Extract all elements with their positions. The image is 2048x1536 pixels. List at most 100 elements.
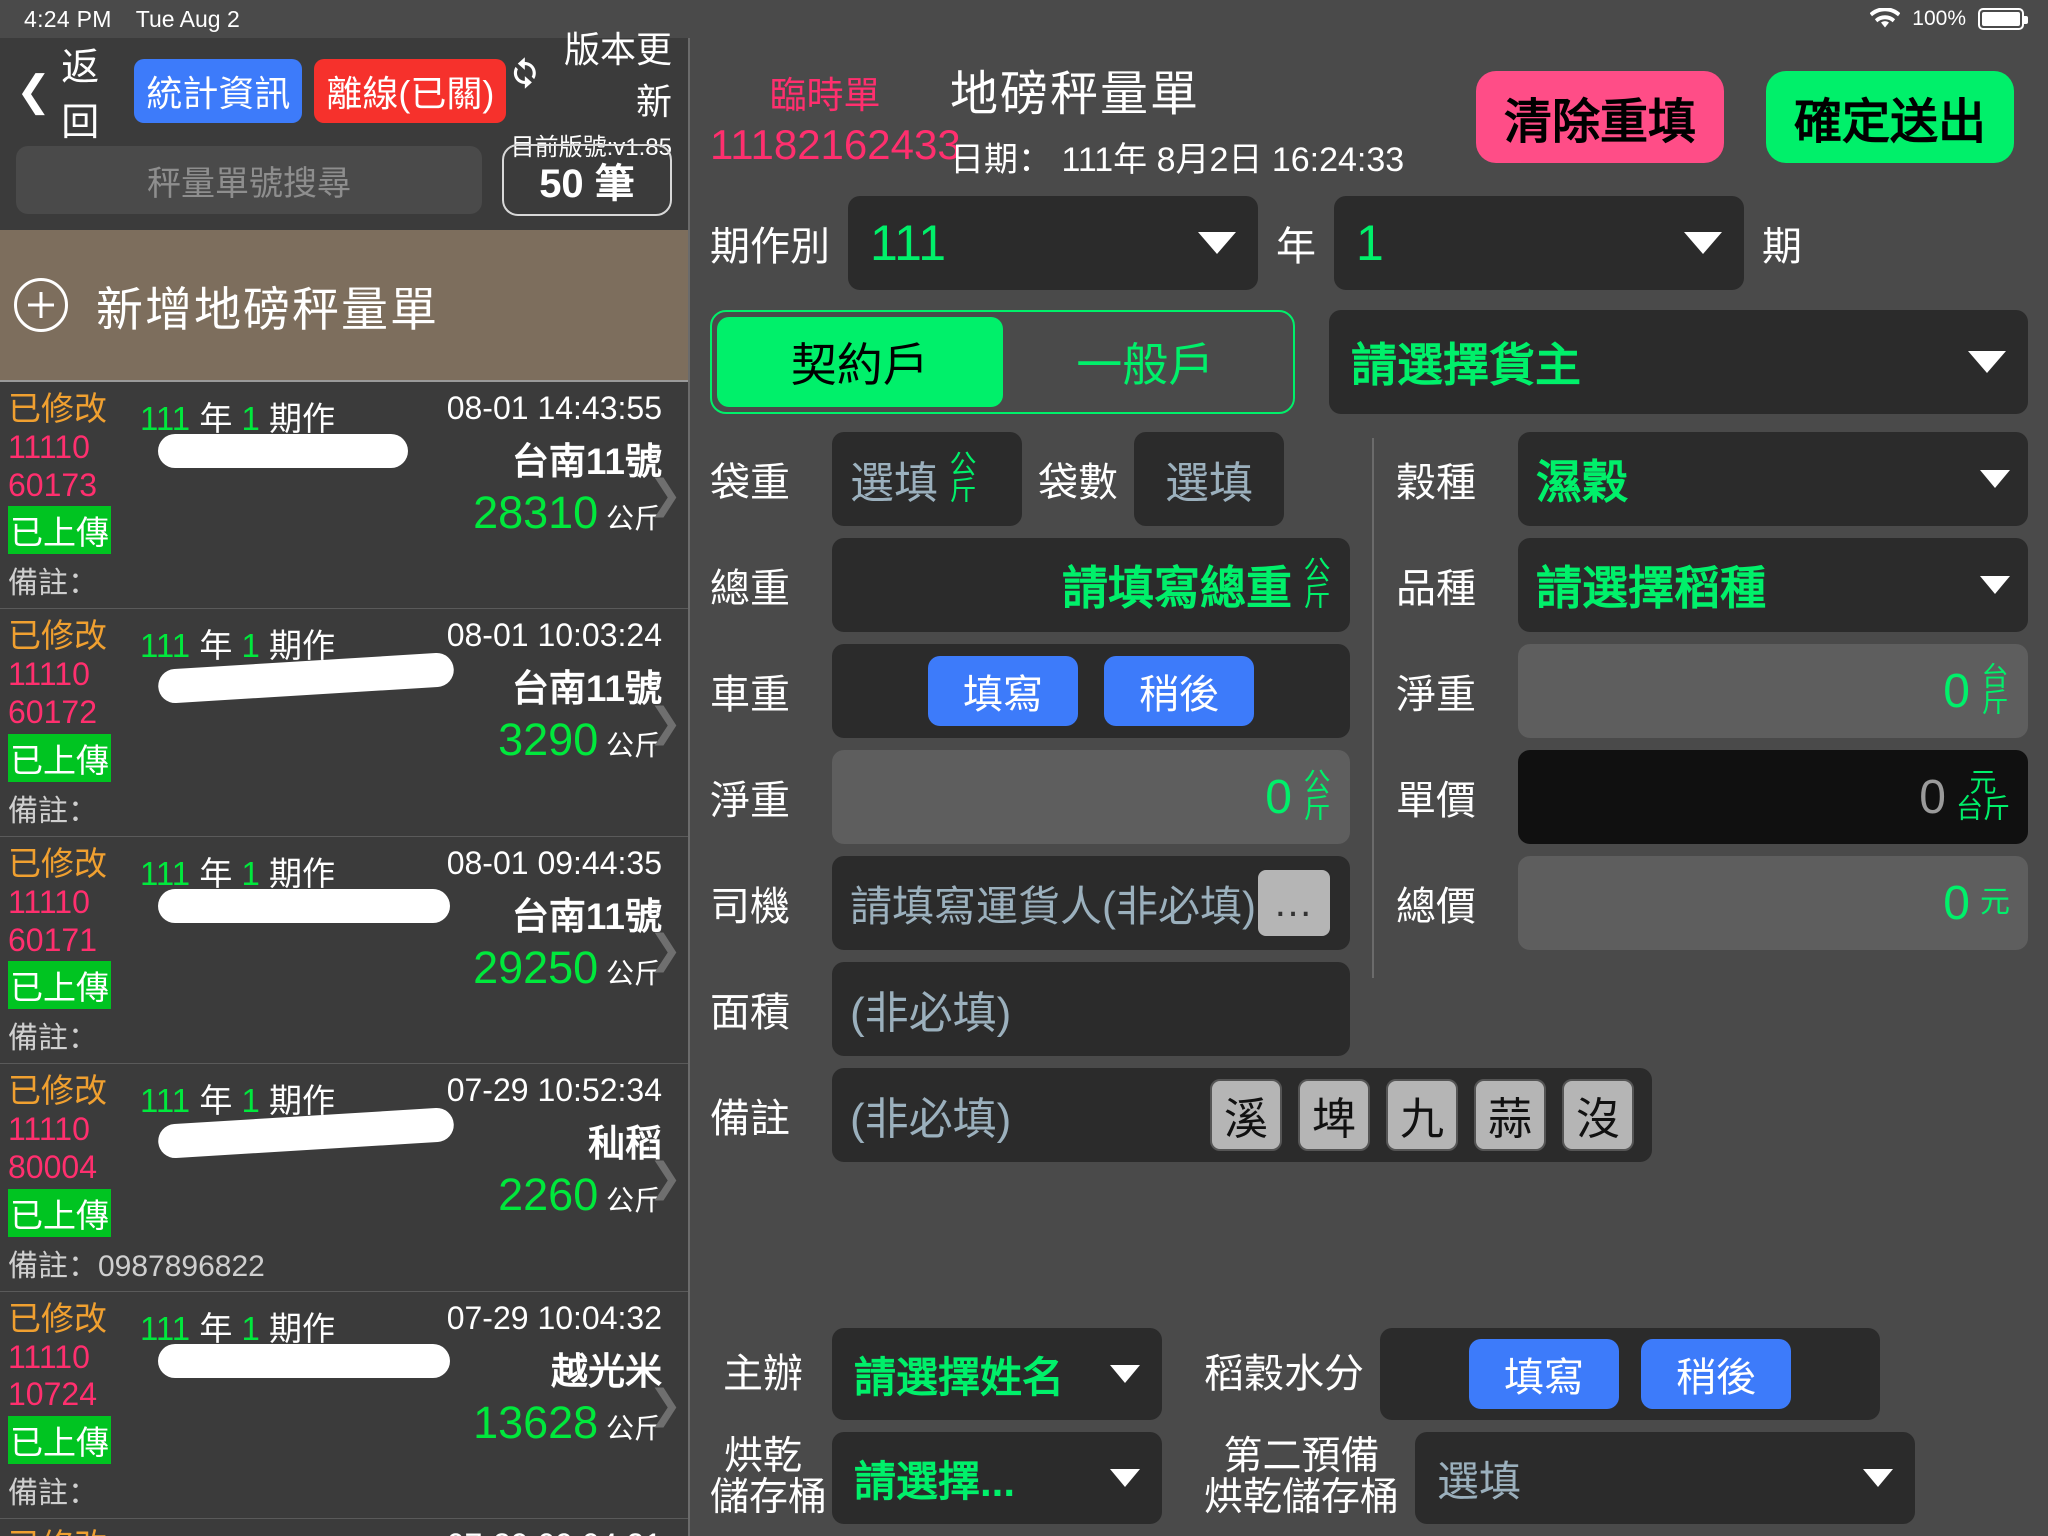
- clear-refill-button[interactable]: 清除重填: [1476, 71, 1724, 163]
- gross-weight-input[interactable]: 請填寫總重 公斤: [832, 538, 1350, 632]
- table-row[interactable]: 已修改 11110 80004 已上傳 111 年 1 期作 07-29 10:52:34…: [0, 1064, 688, 1292]
- dryer-label-line1: 烘乾: [723, 1435, 802, 1479]
- search-input[interactable]: 秤量單號搜尋: [16, 146, 482, 214]
- battery-icon: [1978, 8, 2028, 30]
- submit-button[interactable]: 確定送出: [1766, 71, 2014, 163]
- period-year-value: 111: [870, 215, 947, 271]
- net-weight-row: 淨重 0 公斤: [710, 750, 1350, 844]
- driver-placeholder: 請填寫運貨人(非必填): [850, 882, 1256, 930]
- battery-percent: 100%: [1912, 7, 1966, 30]
- record-timestamp: 07-29 10:04:32: [446, 1299, 662, 1336]
- offline-status-button[interactable]: 離線(已關): [314, 59, 507, 123]
- record-no-part1: 11110: [8, 656, 90, 693]
- grain-type-row: 穀種 濕穀: [1396, 432, 2028, 526]
- unit-price-unit-bottom: 台斤: [1956, 794, 2010, 824]
- remark-label: 備註: [710, 1097, 790, 1141]
- record-count-button[interactable]: 50 筆: [502, 144, 672, 216]
- redacted-name-bar: [158, 1343, 450, 1378]
- quick-tag-4[interactable]: 蒜: [1474, 1079, 1546, 1151]
- bag-count-input[interactable]: 選填: [1134, 432, 1284, 526]
- unit-price-input[interactable]: 0 元 台斤: [1518, 750, 2028, 844]
- left-pane: ❮ 返回 統計資訊 離線(已關) 版本更新 目前版號:v1.85 秤量單號搜尋 …: [0, 29, 690, 1536]
- back-button[interactable]: ❮ 返回: [16, 36, 116, 146]
- add-weighing-slip-button[interactable]: 新增地磅秤量單: [0, 230, 688, 382]
- customer-type-segment[interactable]: 契約戶 一般戶: [710, 310, 1295, 414]
- dryer2-select[interactable]: 選填: [1415, 1432, 1916, 1524]
- record-middle: 111 年 1 期作: [140, 390, 418, 554]
- period-term-select[interactable]: 1: [1334, 196, 1744, 290]
- truck-weight-later-button[interactable]: 稍後: [1104, 656, 1254, 726]
- quick-tag-5[interactable]: 沒: [1562, 1079, 1634, 1151]
- rice-variety-label: 品種: [1396, 567, 1476, 611]
- table-row[interactable]: 已修改11110111 年 1 期作07-29 09:04:21備註：❯: [0, 1519, 688, 1536]
- grain-type-select[interactable]: 濕穀: [1518, 432, 2028, 526]
- form-column-left: 袋重 選填 公斤 袋數 選填 總重 請填寫總重 公斤 車重 填寫 稍後 淨重 0…: [710, 432, 1652, 1318]
- redacted-name-bar: [158, 434, 408, 468]
- dryer-select[interactable]: 請選擇...: [832, 1432, 1162, 1524]
- status-time: 4:24 PM: [24, 5, 112, 32]
- record-remark: 備註：0987896822: [8, 1249, 265, 1283]
- area-input[interactable]: (非必填): [832, 962, 1350, 1056]
- gross-weight-label: 總重: [710, 567, 790, 611]
- record-season: 111 年 1 期作: [140, 854, 336, 892]
- left-toolbar-row2: 秤量單號搜尋 50 筆: [16, 144, 672, 216]
- record-no-part2: 60173: [8, 466, 97, 503]
- remark-input[interactable]: (非必填) 溪埤九蒜沒: [832, 1068, 1652, 1162]
- table-row[interactable]: 已修改 11110 60171 已上傳 111 年 1 期作 08-01 09:44:35…: [0, 837, 688, 1065]
- tab-general-customer[interactable]: 一般戶: [1003, 317, 1289, 407]
- record-timestamp: 08-01 14:43:55: [446, 390, 662, 426]
- record-status: 已修改: [8, 844, 107, 882]
- version-update-area[interactable]: 版本更新 目前版號:v1.85: [506, 21, 672, 162]
- total-price-value: 0: [1943, 876, 1970, 930]
- bag-weight-placeholder: 選填: [850, 459, 938, 508]
- record-no-part1: 11110: [8, 1338, 90, 1375]
- bag-weight-input[interactable]: 選填 公斤: [832, 432, 1022, 526]
- owner-value: 請選擇貨主: [1351, 339, 1581, 391]
- table-row[interactable]: 已修改 11110 60172 已上傳 111 年 1 期作 08-01 10:03:24…: [0, 609, 688, 837]
- driver-more-button[interactable]: …: [1256, 868, 1332, 938]
- chevron-down-icon: [1968, 351, 2006, 373]
- chevron-down-icon: [1198, 232, 1236, 254]
- grain-type-value: 濕穀: [1536, 456, 1628, 508]
- year-unit-label: 年: [1276, 225, 1316, 269]
- quick-tag-1[interactable]: 溪: [1210, 1079, 1282, 1151]
- dryer-label: 烘乾 儲存桶: [710, 1435, 827, 1519]
- unit-price-label: 單價: [1396, 779, 1476, 823]
- net-weight-tai-row: 淨重 0 台斤: [1396, 644, 2028, 738]
- temp-slip-block: 臨時單 11182162433: [710, 65, 961, 169]
- quick-tag-2[interactable]: 埤: [1298, 1079, 1370, 1151]
- table-row[interactable]: 已修改 11110 10724 已上傳 111 年 1 期作 07-29 10:04:32…: [0, 1292, 688, 1520]
- chevron-right-icon: ❯: [648, 1382, 682, 1427]
- dryer2-label-line1: 第二預備: [1223, 1435, 1380, 1479]
- column-divider: [1372, 438, 1374, 978]
- record-season: 111 年 1 期作: [140, 1309, 336, 1347]
- quick-tag-3[interactable]: 九: [1386, 1079, 1458, 1151]
- host-select[interactable]: 請選擇姓名: [832, 1328, 1162, 1420]
- dryer-label-line2: 儲存桶: [710, 1476, 828, 1519]
- area-placeholder: (非必填): [850, 989, 1012, 1038]
- rice-variety-select[interactable]: 請選擇稻種: [1518, 538, 2028, 632]
- truck-weight-fill-button[interactable]: 填寫: [928, 656, 1078, 726]
- form-columns: 袋重 選填 公斤 袋數 選填 總重 請填寫總重 公斤 車重 填寫 稍後 淨重 0…: [710, 432, 2028, 1318]
- status-right-cluster: 100%: [1870, 7, 2028, 31]
- record-no-part1: 11110: [8, 428, 90, 465]
- moisture-later-button[interactable]: 稍後: [1641, 1339, 1791, 1409]
- record-no-part2: 60171: [8, 921, 97, 958]
- moisture-fill-button[interactable]: 填寫: [1469, 1339, 1619, 1409]
- form-header: 臨時單 11182162433 地磅秤量單 日期： 111年 8月2日 16:2…: [710, 52, 2028, 182]
- grain-type-label: 穀種: [1396, 461, 1476, 505]
- version-update-label: 版本更新: [563, 28, 672, 122]
- owner-select[interactable]: 請選擇貨主: [1329, 310, 2028, 414]
- record-timestamp: 08-01 10:03:24: [446, 617, 662, 654]
- status-bar: 4:24 PM Tue Aug 2 100%: [0, 0, 2048, 38]
- table-row[interactable]: 已修改 11110 60173 已上傳 111 年 1 期作 08-01 14:43:55…: [0, 382, 688, 610]
- customer-type-row: 契約戶 一般戶 請選擇貨主: [710, 310, 2028, 414]
- driver-input[interactable]: 請填寫運貨人(非必填) …: [832, 856, 1350, 950]
- gross-weight-placeholder: 請填寫總重: [1062, 562, 1292, 614]
- weighing-slip-list[interactable]: 已修改 11110 60173 已上傳 111 年 1 期作 08-01 14:43:55…: [0, 382, 688, 1536]
- period-year-select[interactable]: 111: [848, 196, 1258, 290]
- gross-weight-unit: 公斤: [1303, 556, 1331, 612]
- stats-info-button[interactable]: 統計資訊: [134, 59, 303, 123]
- tab-contract-customer[interactable]: 契約戶: [717, 317, 1003, 407]
- driver-label: 司機: [710, 885, 790, 929]
